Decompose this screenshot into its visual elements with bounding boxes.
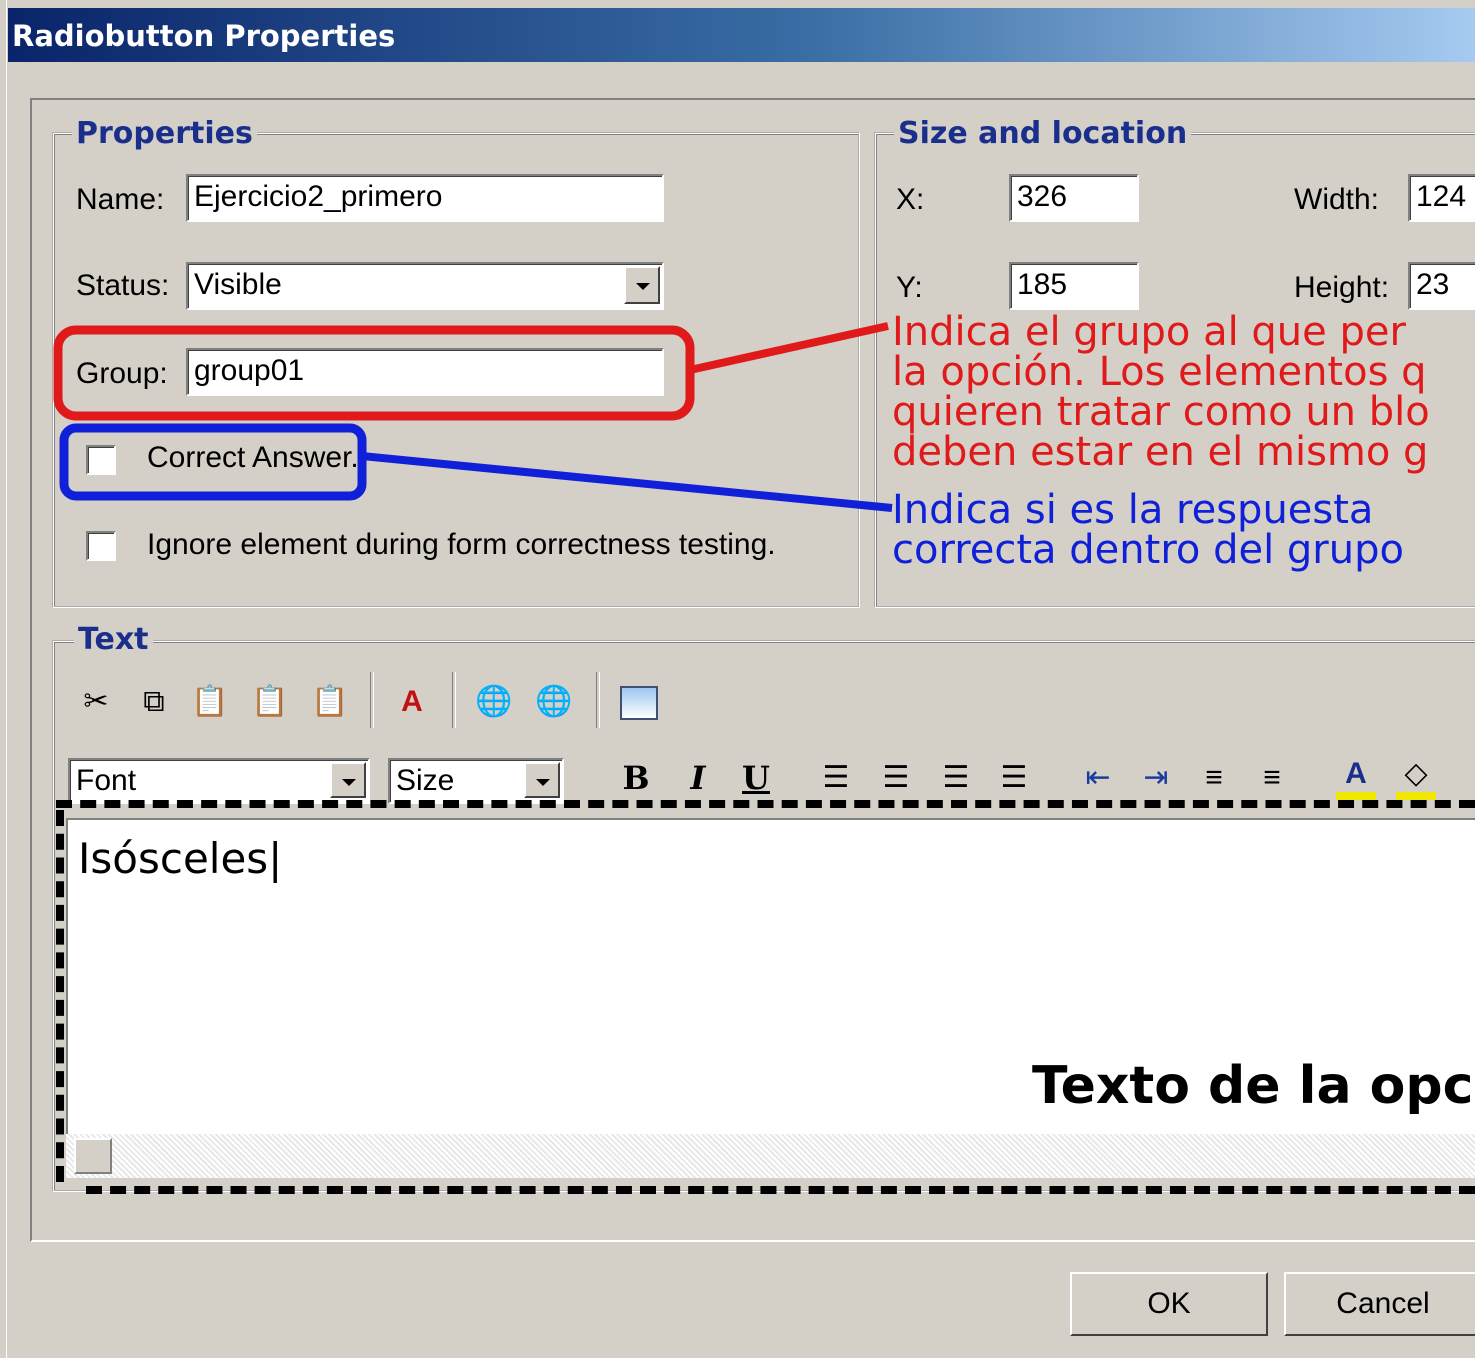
correct-answer-highlight (59, 423, 367, 501)
group-pointer-line (689, 322, 889, 374)
ok-button[interactable]: OK (1070, 1272, 1268, 1336)
correct-annotation-line-1: Indica si es la respuesta (892, 487, 1374, 533)
annotation-overlay (53, 322, 893, 512)
cancel-button[interactable]: Cancel (1284, 1272, 1475, 1336)
text-annotation: Texto de la opc (1032, 1056, 1474, 1116)
group-highlight (53, 325, 695, 421)
group-annotation-line-3: quieren tratar como un blo (892, 389, 1430, 435)
correct-answer-pointer-line (361, 452, 893, 512)
correct-annotation-line-2: correcta dentro del grupo (892, 527, 1404, 573)
group-annotation-line-1: Indica el grupo al que per (892, 309, 1406, 355)
group-annotation-line-4: deben estar en el mismo g (892, 429, 1429, 475)
group-annotation-line-2: la opción. Los elementos q (892, 349, 1427, 395)
